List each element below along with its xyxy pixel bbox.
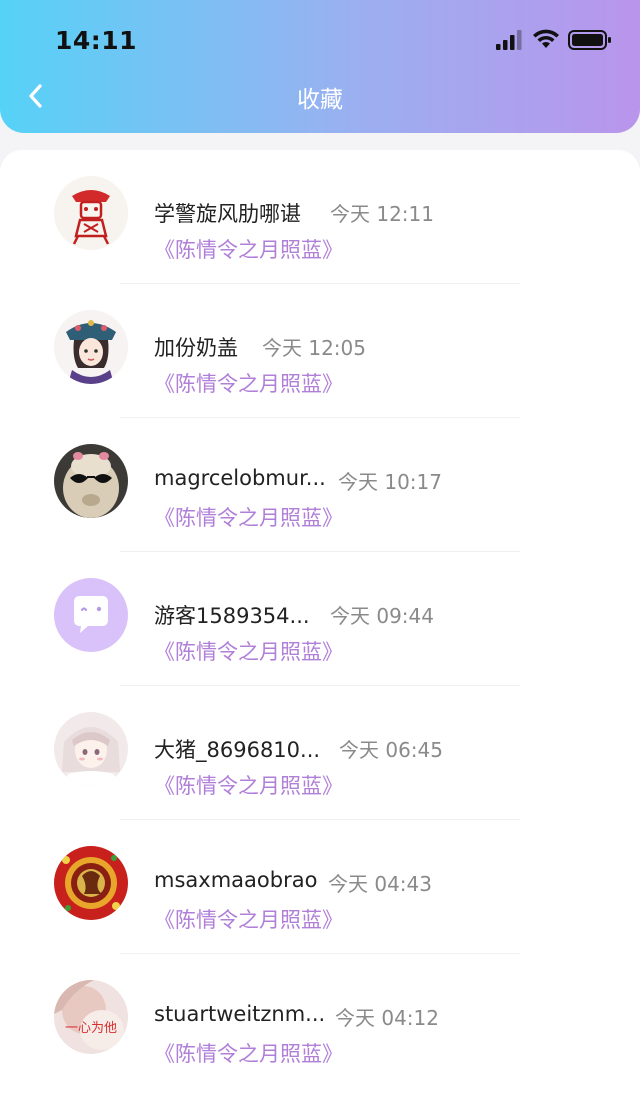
user-name: 游客1589354... — [154, 604, 310, 628]
user-name: stuartweitznm... — [154, 1002, 326, 1026]
qing-princess-avatar — [54, 310, 128, 384]
red-paper-cut-avatar — [54, 176, 128, 250]
avatar — [54, 310, 128, 384]
avatar — [54, 444, 128, 518]
list-item[interactable]: 游客1589354... 今天 09:44 《陈情令之月照蓝》 — [0, 552, 640, 686]
anime-girl-avatar — [54, 712, 128, 786]
avatar: 一心为他 — [54, 980, 128, 1054]
default-chat-avatar — [54, 578, 128, 652]
page-title: 收藏 — [297, 87, 343, 113]
timestamp: 今天 12:05 — [262, 336, 366, 360]
avatar — [54, 176, 128, 250]
favorite-title: 《陈情令之月照蓝》 — [154, 774, 343, 798]
favorite-title: 《陈情令之月照蓝》 — [154, 238, 343, 262]
status-time: 14:11 — [55, 26, 138, 55]
signal-icon — [496, 30, 522, 50]
user-name: 加份奶盖 — [154, 336, 238, 360]
avatar — [54, 578, 128, 652]
battery-icon — [568, 30, 611, 50]
list-item[interactable]: 加份奶盖 今天 12:05 《陈情令之月照蓝》 — [0, 284, 640, 418]
user-name: magrcelobmur... — [154, 466, 326, 490]
favorites-list: 学警旋风肋哪谌 今天 12:11 《陈情令之月照蓝》 加份奶盖 今天 12:05… — [0, 150, 640, 1100]
status-bar: 14:11 — [0, 0, 640, 80]
timestamp: 今天 09:44 — [330, 604, 434, 628]
list-item[interactable]: msaxmaaobrao 今天 04:43 《陈情令之月照蓝》 — [0, 820, 640, 954]
avatar — [54, 712, 128, 786]
avatar-text: 一心为他 — [65, 1021, 117, 1036]
avatar — [54, 846, 128, 920]
header: 14:11 收藏 — [0, 0, 640, 133]
timestamp: 今天 06:45 — [339, 738, 443, 762]
user-name: msaxmaaobrao — [154, 868, 318, 892]
wifi-icon — [533, 29, 559, 48]
favorite-title: 《陈情令之月照蓝》 — [154, 1042, 343, 1066]
timestamp: 今天 12:11 — [330, 202, 434, 226]
list-item[interactable]: 一心为他 stuartweitznm... 今天 04:12 《陈情令之月照蓝》 — [0, 954, 640, 1088]
favorite-title: 《陈情令之月照蓝》 — [154, 372, 343, 396]
nav-bar: 收藏 — [0, 70, 640, 122]
red-gold-emblem-avatar — [54, 846, 128, 920]
favorite-title: 《陈情令之月照蓝》 — [154, 640, 343, 664]
list-item[interactable]: magrcelobmur... 今天 10:17 《陈情令之月照蓝》 — [0, 418, 640, 552]
favorite-title: 《陈情令之月照蓝》 — [154, 506, 343, 530]
list-item[interactable]: 大猪_8696810... 今天 06:45 《陈情令之月照蓝》 — [0, 686, 640, 820]
photo-text-avatar: 一心为他 — [54, 980, 128, 1054]
timestamp: 今天 04:12 — [335, 1006, 439, 1030]
user-name: 学警旋风肋哪谌 — [154, 202, 301, 226]
list-item[interactable]: 学警旋风肋哪谌 今天 12:11 《陈情令之月照蓝》 — [0, 150, 640, 284]
favorite-title: 《陈情令之月照蓝》 — [154, 908, 343, 932]
alpaca-sunglasses-avatar — [54, 444, 128, 518]
timestamp: 今天 04:43 — [328, 872, 432, 896]
timestamp: 今天 10:17 — [338, 470, 442, 494]
user-name: 大猪_8696810... — [154, 738, 321, 762]
